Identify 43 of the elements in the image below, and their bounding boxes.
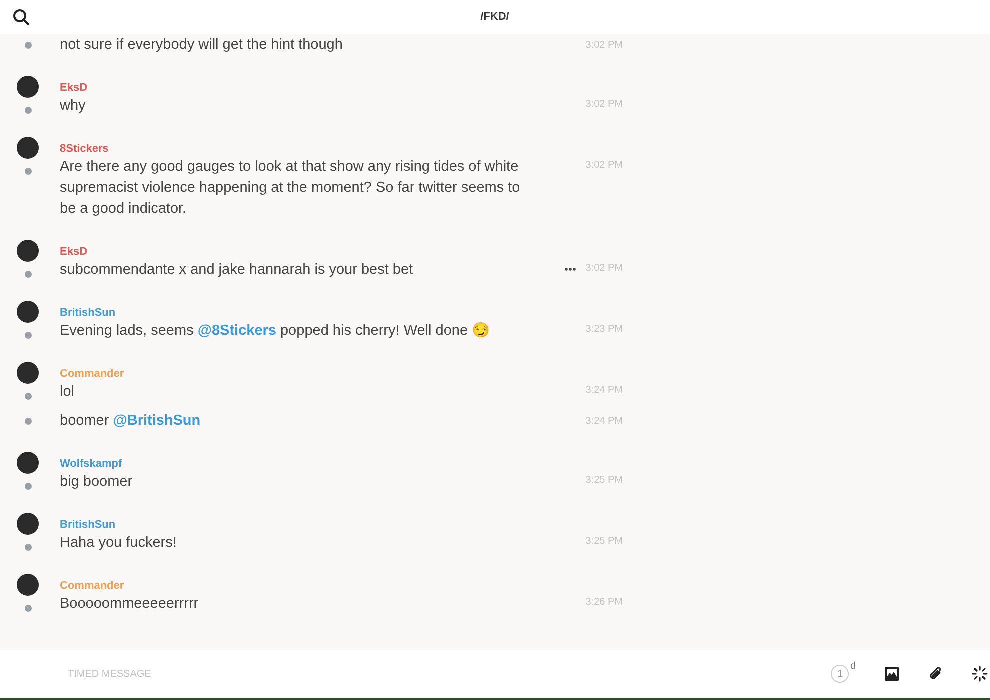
avatar[interactable] bbox=[17, 362, 39, 384]
search-icon[interactable] bbox=[13, 8, 30, 26]
status-dot bbox=[24, 42, 32, 49]
message-text: Haha you fuckers! bbox=[60, 534, 177, 553]
message-text: lol bbox=[60, 383, 75, 402]
message-text: Booooommeeeeerrrrr bbox=[60, 595, 199, 614]
avatar[interactable] bbox=[17, 513, 39, 535]
message-input[interactable]: TIMED MESSAGE bbox=[68, 668, 368, 680]
channel-title: /FKD/ bbox=[480, 11, 510, 23]
author-name[interactable]: Wolfskampf bbox=[60, 456, 122, 472]
message-text: subcommendante x and jake hannarah is your best bet bbox=[60, 261, 414, 280]
author-name[interactable]: EksD bbox=[60, 80, 88, 96]
avatar[interactable] bbox=[17, 574, 39, 596]
status-dot bbox=[24, 483, 32, 490]
message-text: big boomer bbox=[60, 473, 133, 492]
avatar[interactable] bbox=[17, 452, 39, 474]
loading-icon[interactable] bbox=[972, 666, 988, 682]
avatar[interactable] bbox=[17, 240, 39, 262]
author-name[interactable]: 8Stickers bbox=[60, 141, 109, 157]
paperclip-icon[interactable] bbox=[928, 666, 944, 682]
avatar[interactable] bbox=[17, 76, 39, 98]
status-dot bbox=[24, 168, 32, 175]
message-text: boomer @BritishSun bbox=[60, 412, 201, 431]
author-name[interactable]: BritishSun bbox=[60, 517, 116, 533]
message-text: why bbox=[60, 97, 86, 116]
message-text: not sure if everybody will get the hint though bbox=[60, 36, 343, 55]
status-dot bbox=[24, 271, 32, 278]
status-dot bbox=[24, 605, 32, 612]
author-name[interactable]: Commander bbox=[60, 578, 124, 594]
author-name[interactable]: Commander bbox=[60, 366, 124, 382]
message-text: Evening lads, seems @8Stickers popped his cherry! Well done 😏 bbox=[60, 322, 490, 341]
author-name[interactable]: BritishSun bbox=[60, 305, 116, 321]
more-icon[interactable] bbox=[564, 268, 576, 271]
status-dot bbox=[24, 107, 32, 114]
status-dot bbox=[24, 393, 32, 400]
image-icon[interactable] bbox=[884, 666, 900, 682]
avatar[interactable] bbox=[17, 301, 39, 323]
status-dot bbox=[24, 418, 32, 425]
message-text: Are there any good gauges to look at that show any rising tides of white supremacist violence happening at the moment? So far twitter seems to be a good indicator. bbox=[60, 158, 522, 219]
status-dot bbox=[24, 332, 32, 339]
avatar[interactable] bbox=[17, 137, 39, 159]
author-name[interactable]: EksD bbox=[60, 244, 88, 260]
status-dot bbox=[24, 544, 32, 551]
